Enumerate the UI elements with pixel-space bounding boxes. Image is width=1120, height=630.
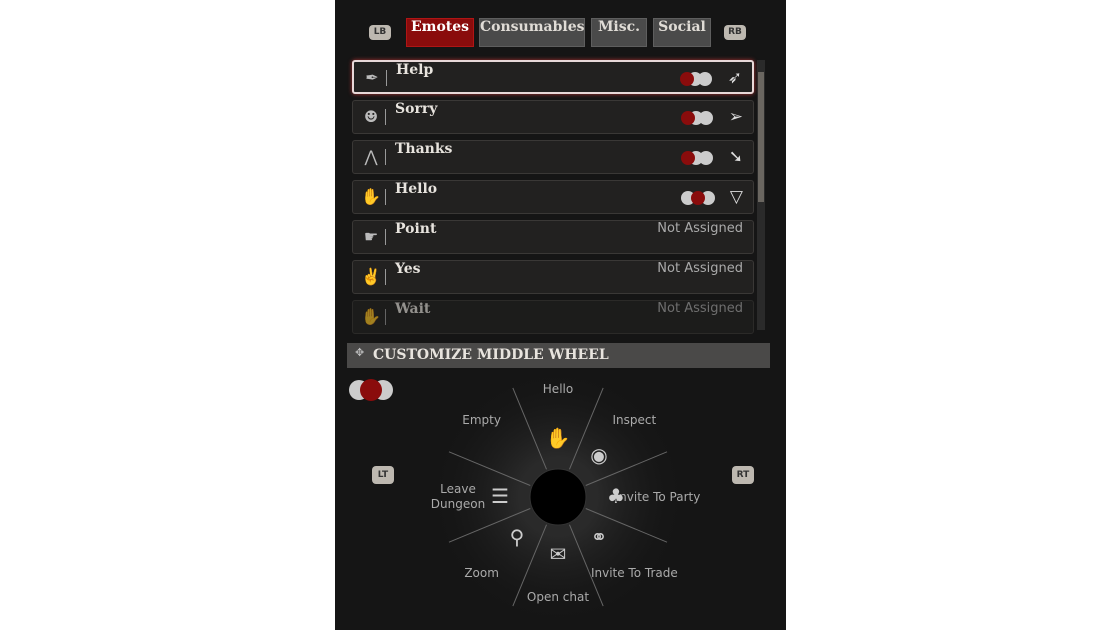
- eye-icon: ◉: [590, 442, 608, 467]
- segment-label: Hello: [542, 381, 574, 396]
- handshake-icon: ⚭: [590, 525, 608, 549]
- chat-bubble-icon: ✉: [549, 542, 567, 566]
- waving-hand-icon: ✋: [545, 426, 571, 450]
- stairs-icon: ☰: [491, 484, 509, 508]
- wheel-center: [529, 468, 587, 526]
- magnifier-icon: ⚲: [509, 525, 525, 549]
- wheel-graphic: [428, 367, 688, 627]
- segment-label: Empty: [462, 413, 501, 428]
- segment-label: Inspect: [612, 413, 657, 428]
- party-icon: ♣: [607, 484, 625, 508]
- segment-label: Zoom: [464, 565, 499, 580]
